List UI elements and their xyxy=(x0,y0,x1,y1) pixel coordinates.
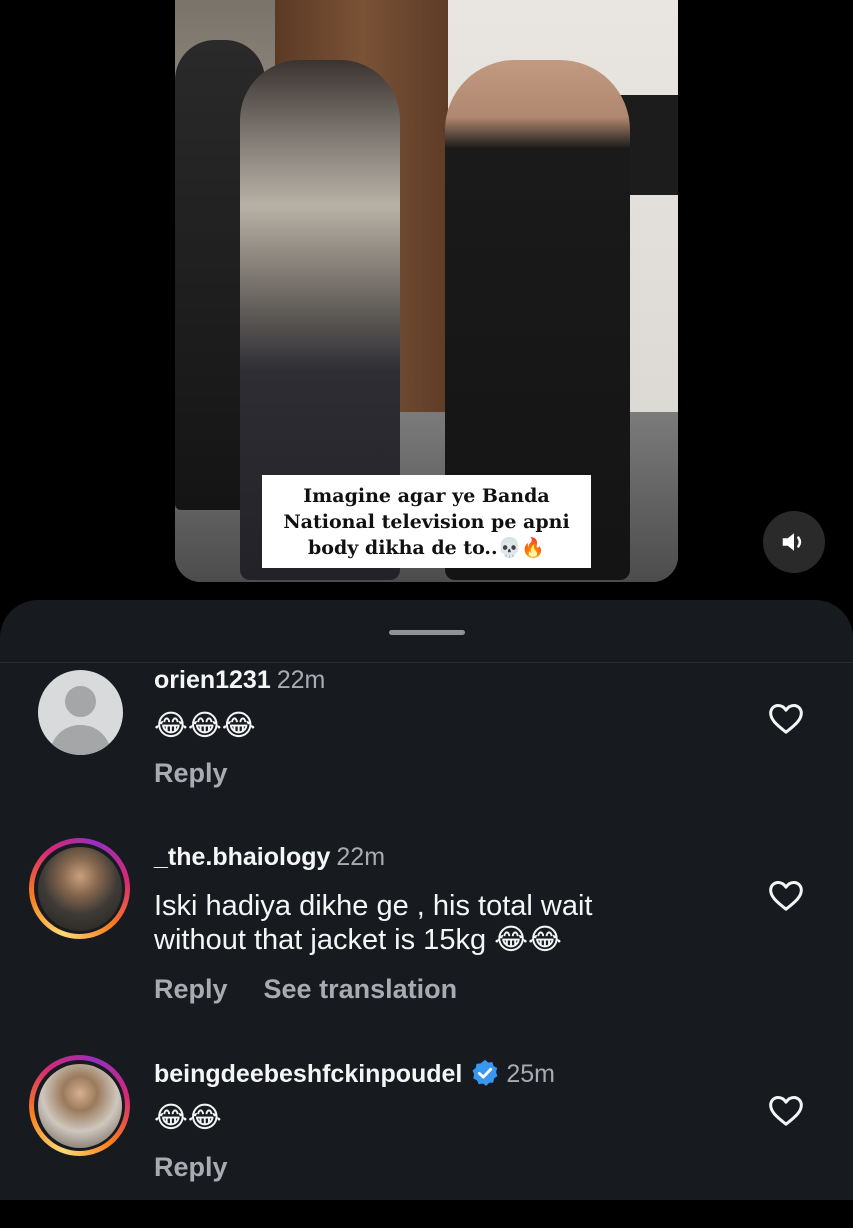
comment-time: 25m xyxy=(506,1060,556,1088)
default-avatar-body xyxy=(50,725,111,755)
comment-actions: Reply xyxy=(154,758,264,789)
video-caption: Imagine agar ye Banda National televisio… xyxy=(262,475,591,568)
avatar-story-ring[interactable] xyxy=(29,838,130,939)
comment-actions: Reply xyxy=(154,1152,264,1183)
comment-header: _the.bhaiology 22m xyxy=(154,843,385,872)
comment-text: Iski hadiya dikhe ge , his total wait wi… xyxy=(154,890,593,956)
like-heart-icon[interactable] xyxy=(766,698,806,738)
avatar-ring-gap xyxy=(34,843,125,934)
reply-button[interactable]: Reply xyxy=(154,974,228,1004)
comment-username[interactable]: orien1231 xyxy=(154,666,271,694)
comment-username[interactable]: beingdeebeshfckinpoudel xyxy=(154,1060,462,1088)
default-avatar-head xyxy=(65,686,96,717)
comment-item: _the.bhaiology 22m Iski hadiya dikhe ge ,… xyxy=(0,838,853,1013)
like-heart-icon[interactable] xyxy=(766,875,806,915)
sheet-drag-handle[interactable] xyxy=(389,630,465,635)
comment-username[interactable]: _the.bhaiology xyxy=(154,843,330,871)
comment-item: beingdeebeshfckinpoudel 25m 😂😂 Reply xyxy=(0,1055,853,1228)
comment-text: 😂😂😂 xyxy=(154,708,256,742)
comment-actions: Reply See translation xyxy=(154,974,493,1005)
verified-badge-icon xyxy=(472,1059,498,1086)
sheet-divider xyxy=(0,662,853,663)
sound-toggle-button[interactable] xyxy=(763,511,825,573)
avatar xyxy=(37,846,122,931)
comment-time: 22m xyxy=(276,666,326,694)
like-heart-icon[interactable] xyxy=(766,1090,806,1130)
see-translation-button[interactable]: See translation xyxy=(264,974,458,1004)
avatar-ring-gap xyxy=(34,1060,125,1151)
comment-text: 😂😂 xyxy=(154,1100,222,1134)
speaker-volume-icon xyxy=(782,533,802,551)
avatar-story-ring[interactable] xyxy=(29,1055,130,1156)
video-preview[interactable]: Imagine agar ye Banda National televisio… xyxy=(175,0,678,582)
avatar xyxy=(37,1063,122,1148)
comment-item: orien1231 22m 😂😂😂 Reply xyxy=(0,666,853,836)
avatar[interactable] xyxy=(38,670,123,755)
comment-header: orien1231 22m xyxy=(154,666,325,695)
comment-time: 22m xyxy=(336,843,386,871)
comment-header: beingdeebeshfckinpoudel 25m xyxy=(154,1058,555,1089)
comments-sheet: orien1231 22m 😂😂😂 Reply _the.bhaiology 22m… xyxy=(0,600,853,1200)
reply-button[interactable]: Reply xyxy=(154,758,228,788)
reply-button[interactable]: Reply xyxy=(154,1152,228,1182)
